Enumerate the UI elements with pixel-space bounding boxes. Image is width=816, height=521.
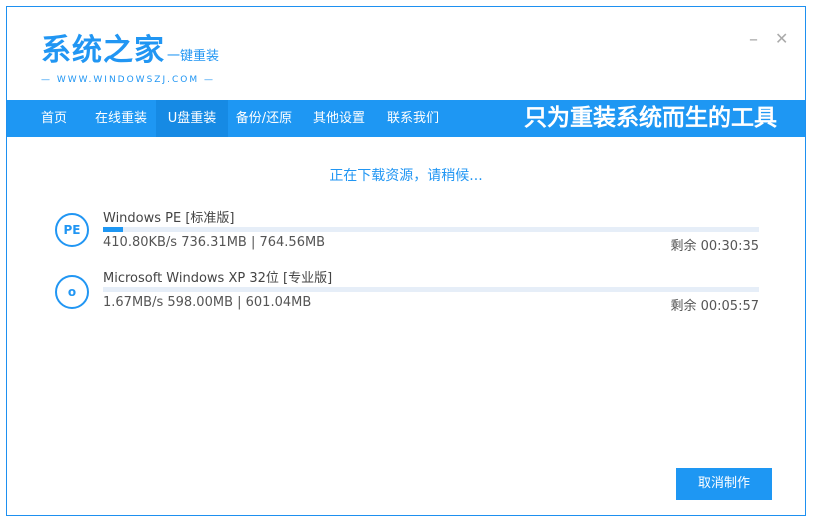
download-info: 410.80KB/s 736.31MB | 764.56MB [103,235,326,250]
minimize-button[interactable]: – [749,29,758,50]
nav-item-online-reinstall[interactable]: 在线重装 [85,100,157,137]
status-text: 正在下载资源，请稍候... [329,168,483,184]
progress-bar [103,227,759,232]
nav-item-usb-reinstall[interactable]: U盘重装 [156,100,228,137]
download-name: Windows PE [标准版] [103,211,235,226]
nav-bar: 首页 在线重装 U盘重装 备份/还原 其他设置 联系我们 只为重装系统而生的工具 [7,100,805,137]
logo-url: — WWW.WINDOWSZJ.COM — [41,75,215,85]
download-name: Microsoft Windows XP 32位 [专业版] [103,271,333,286]
time-remaining: 剩余 00:05:57 [670,299,759,314]
time-remaining: 剩余 00:30:35 [670,239,759,254]
download-info: 1.67MB/s 598.00MB | 601.04MB [103,295,312,310]
close-button[interactable]: ✕ [775,29,788,48]
logo: 系统之家 一键重装 — WWW.WINDOWSZJ.COM — [41,25,219,85]
app-window: 系统之家 一键重装 — WWW.WINDOWSZJ.COM — – ✕ 首页 在线… [6,6,806,516]
nav-item-contact[interactable]: 联系我们 [377,100,449,137]
nav-item-settings[interactable]: 其他设置 [303,100,375,137]
progress-fill [103,227,123,232]
nav-item-backup-restore[interactable]: 备份/还原 [228,100,300,137]
nav-item-home[interactable]: 首页 [29,100,79,137]
logo-subtitle: 一键重装 [167,49,220,64]
pe-icon: PE [55,213,89,247]
disc-icon: o [55,275,89,309]
cancel-button[interactable]: 取消制作 [676,468,772,500]
logo-title: 系统之家 [41,33,165,68]
progress-bar [103,287,759,292]
slogan: 只为重装系统而生的工具 [524,105,777,131]
